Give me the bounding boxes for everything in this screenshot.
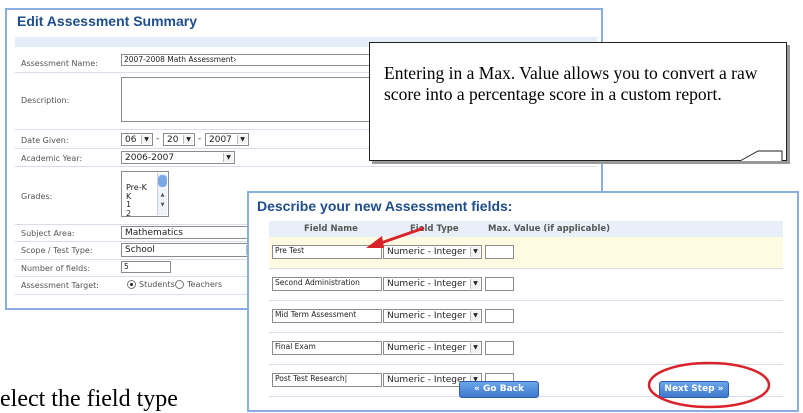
- scroll-up-icon[interactable]: ▲: [158, 191, 167, 200]
- number-of-fields-label: Number of fields:: [21, 264, 91, 273]
- grades-label: Grades:: [21, 192, 53, 201]
- panel-title: Edit Assessment Summary: [17, 13, 197, 29]
- field-type-select[interactable]: Numeric - Integer ▼: [383, 277, 482, 291]
- students-radio[interactable]: Students: [127, 280, 175, 289]
- callout-box: Entering in a Max. Value allows you to c…: [369, 42, 787, 161]
- field-name-input[interactable]: Post Test Research|: [272, 373, 382, 387]
- subject-area-label: Subject Area:: [21, 229, 75, 238]
- radio-selected-icon: [127, 280, 136, 289]
- academic-year-select[interactable]: 2006-2007 ▼: [121, 151, 235, 164]
- fields-table-header: Field Name Field Type Max. Value (if app…: [269, 221, 783, 237]
- month-select[interactable]: 06 ▼: [121, 133, 153, 146]
- max-value-input[interactable]: [485, 277, 514, 291]
- assessment-name-label: Assessment Name:: [21, 59, 98, 68]
- max-value-input[interactable]: [485, 341, 514, 355]
- header-max-value: Max. Value (if applicable): [488, 224, 611, 234]
- grades-scrollbar[interactable]: ▲ ▼: [157, 173, 167, 215]
- chevron-down-icon: ▼: [237, 135, 247, 144]
- red-arrow-annotation: [366, 226, 425, 248]
- callout-tail: [739, 150, 783, 162]
- day-select[interactable]: 20 ▼: [163, 133, 195, 146]
- chevron-down-icon: ▼: [223, 153, 233, 162]
- table-row: Pre Test Numeric - Integer ▼: [269, 237, 783, 269]
- instruction-text: elect the field type: [0, 386, 178, 412]
- number-of-fields-input[interactable]: 5: [121, 261, 171, 273]
- header-field-name: Field Name: [304, 224, 358, 234]
- grades-listbox[interactable]: Pre-K K 1 2 ▲ ▼: [121, 171, 169, 217]
- description-label: Description:: [21, 96, 70, 105]
- max-value-input[interactable]: [485, 309, 514, 323]
- chevron-down-icon: ▼: [141, 135, 151, 144]
- field-name-input[interactable]: Mid Term Assessment: [272, 309, 382, 323]
- chevron-down-icon: ▼: [183, 135, 193, 144]
- red-ellipse-annotation: [647, 361, 771, 409]
- scope-label: Scope / Test Type:: [21, 246, 93, 255]
- radio-icon: [175, 280, 184, 289]
- callout-text: Entering in a Max. Value allows you to c…: [384, 63, 758, 104]
- chevron-down-icon: ▼: [470, 311, 480, 321]
- field-name-input[interactable]: Final Exam: [272, 341, 382, 355]
- go-back-button[interactable]: « Go Back: [459, 381, 539, 398]
- scroll-thumb[interactable]: [158, 175, 167, 187]
- field-name-input[interactable]: Second Administration: [272, 277, 382, 291]
- chevron-down-icon: ▼: [470, 343, 480, 353]
- chevron-down-icon: ▼: [470, 247, 480, 257]
- table-row: Mid Term Assessment Numeric - Integer ▼: [269, 301, 783, 333]
- year-select[interactable]: 2007 ▼: [205, 133, 249, 146]
- field-type-select[interactable]: Numeric - Integer ▼: [383, 341, 482, 355]
- date-given-label: Date Given:: [21, 136, 69, 145]
- teachers-radio[interactable]: Teachers: [175, 280, 222, 289]
- max-value-input[interactable]: [485, 245, 514, 259]
- academic-year-label: Academic Year:: [21, 154, 83, 163]
- assessment-target-label: Assessment Target:: [21, 281, 99, 290]
- scroll-down-icon[interactable]: ▼: [158, 201, 167, 210]
- field-type-select[interactable]: Numeric - Integer ▼: [383, 309, 482, 323]
- table-row: Second Administration Numeric - Integer ▼: [269, 269, 783, 301]
- panel-title: Describe your new Assessment fields:: [257, 198, 513, 214]
- double-chevron-left-icon: «: [474, 384, 480, 394]
- chevron-down-icon: ▼: [470, 279, 480, 289]
- scope-select[interactable]: School▼: [121, 243, 258, 257]
